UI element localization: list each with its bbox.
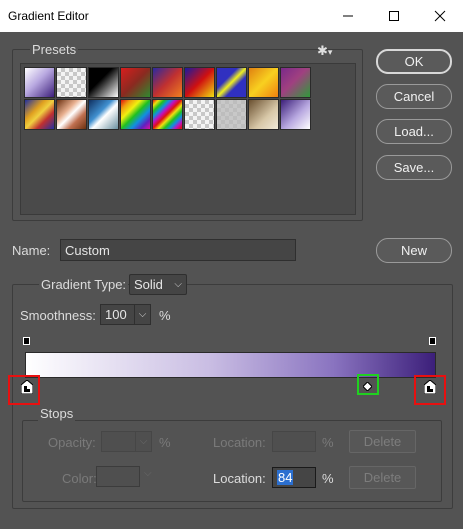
- preset-swatch[interactable]: [248, 99, 279, 130]
- smoothness-field[interactable]: 100 ⌵: [100, 304, 151, 325]
- opacity-stop-end[interactable]: [429, 337, 436, 345]
- preset-swatch[interactable]: [152, 99, 183, 130]
- color-location-percent: %: [322, 471, 334, 486]
- opacity-location-field: [272, 431, 316, 452]
- load-button[interactable]: Load...: [376, 119, 452, 144]
- stops-label: Stops: [38, 406, 76, 421]
- preset-swatch[interactable]: [56, 67, 87, 98]
- color-stop-start[interactable]: [20, 379, 34, 395]
- opacity-percent: %: [159, 435, 171, 450]
- smoothness-value: 100: [105, 307, 127, 322]
- cancel-button[interactable]: Cancel: [376, 84, 452, 109]
- chevron-down-icon: ⌵: [135, 432, 151, 451]
- close-icon: [434, 10, 446, 22]
- opacity-field: ⌵: [101, 431, 152, 452]
- preset-swatch[interactable]: [24, 67, 55, 98]
- presets-grid: [20, 63, 356, 215]
- name-label: Name:: [12, 243, 51, 258]
- preset-swatch[interactable]: [152, 67, 183, 98]
- smoothness-label: Smoothness:: [20, 308, 96, 323]
- chevron-down-icon: ⌵: [174, 279, 182, 290]
- color-location-field[interactable]: 84: [272, 467, 316, 488]
- opacity-delete-button: Delete: [349, 430, 416, 453]
- presets-label: Presets: [30, 42, 79, 57]
- color-swatch: [96, 466, 140, 487]
- preset-swatch[interactable]: [216, 67, 247, 98]
- opacity-stop-start[interactable]: [23, 337, 30, 345]
- save-button[interactable]: Save...: [376, 155, 452, 180]
- color-delete-button: Delete: [349, 466, 416, 489]
- gradient-type-label: Gradient Type:: [39, 277, 129, 292]
- color-location-label: Location:: [213, 471, 266, 486]
- chevron-down-icon[interactable]: ⌵: [134, 305, 150, 324]
- maximize-icon: [389, 11, 399, 21]
- preset-swatch[interactable]: [24, 99, 55, 130]
- color-stop-end[interactable]: [423, 379, 437, 395]
- gear-icon[interactable]: ✱▾: [317, 43, 332, 59]
- opacity-location-percent: %: [322, 435, 334, 450]
- preset-swatch[interactable]: [88, 67, 119, 98]
- window-title: Gradient Editor: [8, 9, 89, 23]
- preset-swatch[interactable]: [120, 67, 151, 98]
- gradient-type-value: Solid: [134, 277, 163, 292]
- preset-swatch[interactable]: [216, 99, 247, 130]
- preset-swatch[interactable]: [280, 67, 311, 98]
- new-button[interactable]: New: [376, 238, 452, 263]
- minimize-icon: [343, 15, 353, 17]
- close-button[interactable]: [417, 0, 463, 32]
- title-bar: Gradient Editor: [0, 0, 463, 32]
- preset-swatch[interactable]: [184, 67, 215, 98]
- preset-swatch[interactable]: [88, 99, 119, 130]
- color-midpoint-diamond[interactable]: [362, 380, 373, 392]
- ok-button[interactable]: OK: [376, 49, 452, 74]
- smoothness-percent: %: [159, 308, 171, 323]
- maximize-button[interactable]: [371, 0, 417, 32]
- color-location-value: 84: [277, 470, 294, 485]
- preset-swatch[interactable]: [248, 67, 279, 98]
- preset-swatch[interactable]: [280, 99, 311, 130]
- color-label: Color:: [62, 471, 97, 486]
- preset-swatch[interactable]: [184, 99, 215, 130]
- opacity-label: Opacity:: [48, 435, 96, 450]
- name-field[interactable]: [60, 239, 296, 261]
- preset-swatch[interactable]: [120, 99, 151, 130]
- preset-swatch[interactable]: [56, 99, 87, 130]
- gradient-type-select[interactable]: Solid ⌵: [129, 274, 187, 295]
- opacity-location-label: Location:: [213, 435, 266, 450]
- minimize-button[interactable]: [325, 0, 371, 32]
- chevron-down-icon: ⌵: [144, 468, 152, 479]
